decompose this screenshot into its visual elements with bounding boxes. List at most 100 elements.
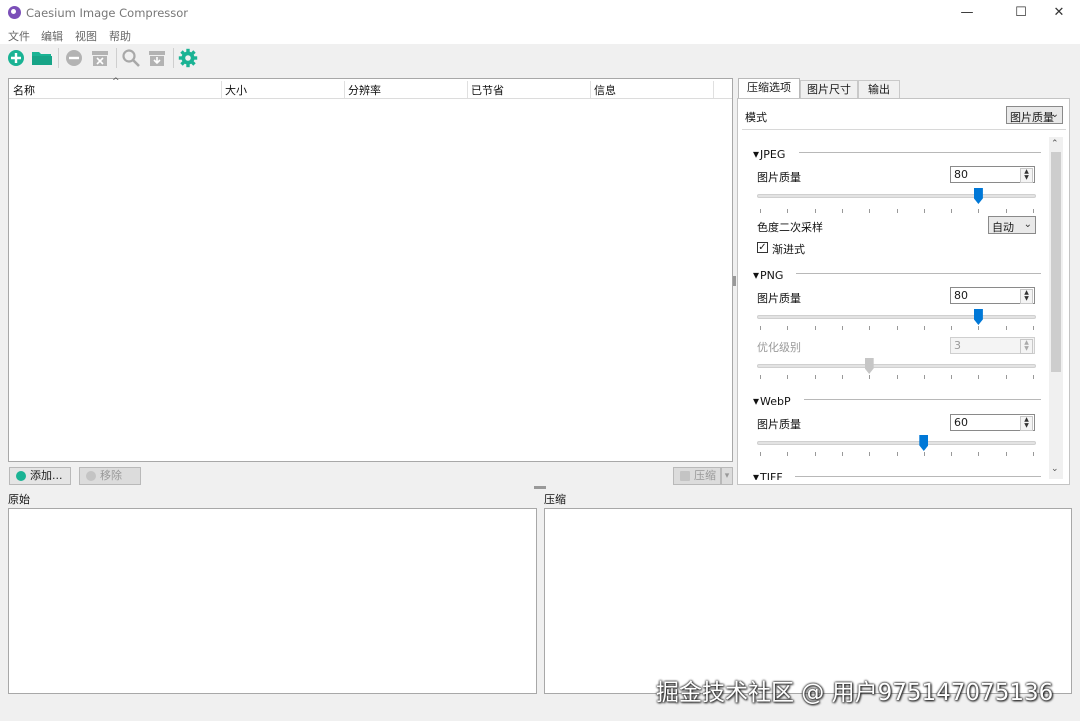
export-icon[interactable]: [147, 48, 167, 68]
slider-tick: [951, 452, 953, 456]
mode-label: 模式: [745, 111, 767, 124]
webp-quality-value: 60: [954, 416, 968, 429]
slider-tick: [787, 375, 789, 379]
slider-tick: [896, 375, 898, 379]
vertical-splitter-handle[interactable]: [733, 276, 736, 286]
compress-button[interactable]: 压缩: [673, 467, 721, 485]
webp-quality-spinbox[interactable]: 60 ▲ ▼: [950, 414, 1035, 431]
close-button[interactable]: ✕: [1036, 0, 1080, 26]
slider-tick: [814, 209, 816, 213]
original-pane-label: 原始: [8, 493, 30, 506]
scroll-down-arrow-icon[interactable]: ⌄: [1051, 464, 1059, 474]
tiff-section-title[interactable]: TIFF: [753, 470, 783, 480]
settings-gear-icon[interactable]: [178, 48, 198, 68]
progressive-checkbox[interactable]: ✓: [757, 242, 768, 253]
slider-tick: [869, 209, 871, 213]
column-header-size[interactable]: 大小: [225, 82, 247, 98]
column-header-name[interactable]: 名称: [13, 82, 35, 98]
optimization-level-slider[interactable]: [757, 364, 1036, 368]
tiff-section-line: [795, 476, 1041, 477]
slider-tick: [760, 326, 761, 330]
jpeg-quality-value: 80: [954, 168, 968, 181]
jpeg-quality-spinbox[interactable]: 80 ▲ ▼: [950, 166, 1035, 183]
scroll-up-arrow-icon[interactable]: ⌃: [1051, 139, 1059, 149]
remove-button[interactable]: 移除: [79, 467, 141, 485]
file-list-table[interactable]: ^ 名称 大小 分辨率 已节省 信息: [8, 77, 733, 462]
slider-tick: [760, 209, 761, 213]
preview-icon[interactable]: [121, 48, 141, 68]
compressed-preview-pane[interactable]: [544, 508, 1072, 694]
column-header-saved[interactable]: 已节省: [471, 82, 504, 98]
menu-view[interactable]: 视图: [75, 28, 97, 44]
clear-list-icon[interactable]: [90, 48, 110, 68]
column-divider[interactable]: [344, 81, 345, 98]
tab-image-size[interactable]: 图片尺寸: [800, 80, 858, 99]
tab-output[interactable]: 输出: [858, 80, 900, 99]
column-header-info[interactable]: 信息: [594, 82, 616, 98]
spin-arrows-icon[interactable]: ▲ ▼: [1020, 339, 1033, 354]
slider-tick: [760, 452, 761, 456]
jpeg-section-title[interactable]: JPEG: [753, 147, 785, 161]
mode-divider: [742, 129, 1066, 130]
tab-compression-options[interactable]: 压缩选项: [738, 78, 800, 99]
open-folder-icon[interactable]: [31, 48, 53, 68]
chroma-subsampling-value: 自动: [992, 221, 1014, 234]
horizontal-splitter-handle[interactable]: [534, 486, 546, 489]
minimize-button[interactable]: —: [944, 0, 990, 26]
slider-tick: [841, 326, 843, 330]
add-file-icon[interactable]: [6, 48, 26, 68]
slider-tick: [841, 375, 843, 379]
slider-tick: [1005, 326, 1007, 330]
spin-arrows-icon[interactable]: ▲ ▼: [1020, 416, 1033, 431]
slider-tick: [978, 452, 980, 456]
menu-file[interactable]: 文件: [8, 28, 30, 44]
slider-tick: [787, 326, 789, 330]
add-icon: [16, 471, 26, 481]
menu-help[interactable]: 帮助: [109, 28, 131, 44]
menu-edit[interactable]: 编辑: [41, 28, 63, 44]
slider-tick: [787, 209, 789, 213]
compressed-pane-label: 压缩: [544, 493, 566, 506]
table-header: ^ 名称 大小 分辨率 已节省 信息: [9, 77, 732, 99]
png-quality-value: 80: [954, 289, 968, 302]
spin-arrows-icon[interactable]: ▲ ▼: [1020, 168, 1033, 183]
scrollbar-thumb[interactable]: [1051, 152, 1061, 372]
add-button-label: 添加...: [30, 469, 63, 482]
column-divider[interactable]: [590, 81, 591, 98]
mode-select-value: 图片质量: [1010, 111, 1054, 124]
compress-icon: [680, 471, 690, 481]
webp-quality-label: 图片质量: [757, 418, 801, 431]
optimization-level-spinbox[interactable]: 3 ▲ ▼: [950, 337, 1035, 354]
slider-tick: [841, 209, 843, 213]
chroma-subsampling-select[interactable]: 自动 ⌄: [988, 216, 1036, 234]
chroma-subsampling-label: 色度二次采样: [757, 221, 823, 234]
png-section-title[interactable]: PNG: [753, 268, 783, 282]
compress-dropdown-arrow[interactable]: ▾: [721, 467, 733, 485]
slider-tick: [1033, 209, 1034, 213]
original-preview-pane[interactable]: [8, 508, 537, 694]
slider-tick: [814, 375, 816, 379]
webp-section-title[interactable]: WebP: [753, 394, 791, 408]
column-divider[interactable]: [713, 81, 714, 98]
slider-tick: [814, 452, 816, 456]
slider-tick: [760, 375, 761, 379]
remove-button-label: 移除: [100, 469, 122, 482]
menu-bar: [0, 26, 1080, 44]
webp-quality-slider[interactable]: [757, 441, 1036, 445]
slider-tick: [923, 209, 925, 213]
png-quality-slider[interactable]: [757, 315, 1036, 319]
column-divider[interactable]: [221, 81, 222, 98]
png-quality-spinbox[interactable]: 80 ▲ ▼: [950, 287, 1035, 304]
remove-icon[interactable]: [64, 48, 84, 68]
png-quality-label: 图片质量: [757, 292, 801, 305]
slider-tick: [1005, 452, 1007, 456]
compress-button-label: 压缩: [694, 469, 716, 482]
chevron-down-icon: ⌄: [1023, 219, 1032, 230]
column-divider[interactable]: [467, 81, 468, 98]
add-button[interactable]: 添加...: [9, 467, 71, 485]
mode-select[interactable]: 图片质量 ⌄: [1006, 106, 1063, 124]
jpeg-quality-slider[interactable]: [757, 194, 1036, 198]
slider-tick: [869, 326, 871, 330]
spin-arrows-icon[interactable]: ▲ ▼: [1020, 289, 1033, 304]
column-header-resolution[interactable]: 分辨率: [348, 82, 381, 98]
